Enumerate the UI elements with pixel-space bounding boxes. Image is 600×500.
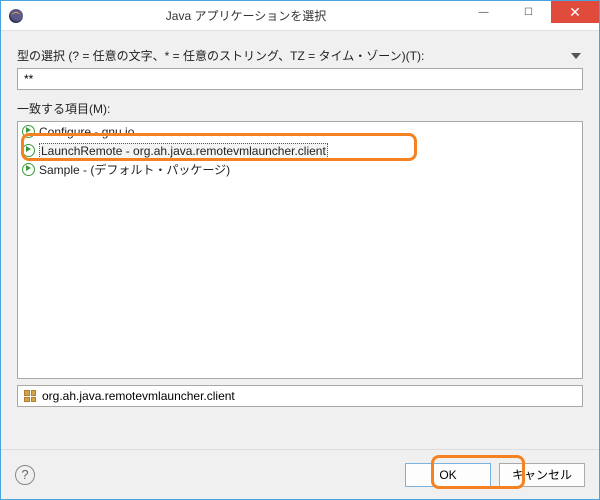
close-button[interactable]: ✕: [551, 1, 599, 23]
item-label: LaunchRemote - org.ah.java.remotevmlaunc…: [39, 143, 328, 159]
results-list[interactable]: Configure - gnu.io LaunchRemote - org.ah…: [17, 121, 583, 379]
matching-row: 一致する項目(M):: [17, 100, 583, 117]
eclipse-icon: [9, 9, 23, 23]
package-icon: [24, 390, 36, 402]
runnable-class-icon: [22, 163, 35, 176]
matching-label: 一致する項目(M):: [17, 100, 110, 117]
app-icon-container: [1, 9, 31, 23]
cancel-button[interactable]: キャンセル: [499, 463, 585, 487]
minimize-button[interactable]: —: [461, 1, 506, 23]
item-label: Sample - (デフォルト・パッケージ): [39, 161, 230, 178]
view-menu-icon[interactable]: [571, 53, 581, 59]
dialog-content: 型の選択 (? = 任意の文字、* = 任意のストリング、TZ = タイム・ゾー…: [1, 31, 599, 419]
help-icon[interactable]: ?: [15, 465, 35, 485]
type-select-row: 型の選択 (? = 任意の文字、* = 任意のストリング、TZ = タイム・ゾー…: [17, 47, 583, 64]
dialog-footer: ? OK キャンセル: [1, 449, 599, 499]
list-item[interactable]: Sample - (デフォルト・パッケージ): [18, 160, 582, 179]
selected-package-row: org.ah.java.remotevmlauncher.client: [17, 385, 583, 407]
title-bar: Java アプリケーションを選択 — ☐ ✕: [1, 1, 599, 31]
ok-button[interactable]: OK: [405, 463, 491, 487]
package-label: org.ah.java.remotevmlauncher.client: [42, 389, 235, 403]
runnable-class-icon: [22, 125, 35, 138]
window-controls: — ☐ ✕: [461, 1, 599, 30]
filter-input[interactable]: [17, 68, 583, 90]
runnable-class-icon: [22, 144, 35, 157]
type-select-label: 型の選択 (? = 任意の文字、* = 任意のストリング、TZ = タイム・ゾー…: [17, 47, 424, 64]
title-text: Java アプリケーションを選択: [31, 7, 461, 24]
dialog-window: Java アプリケーションを選択 — ☐ ✕ 型の選択 (? = 任意の文字、*…: [0, 0, 600, 500]
item-label: Configure - gnu.io: [39, 125, 134, 139]
list-item[interactable]: Configure - gnu.io: [18, 122, 582, 141]
list-item[interactable]: LaunchRemote - org.ah.java.remotevmlaunc…: [18, 141, 582, 160]
maximize-button[interactable]: ☐: [506, 1, 551, 23]
